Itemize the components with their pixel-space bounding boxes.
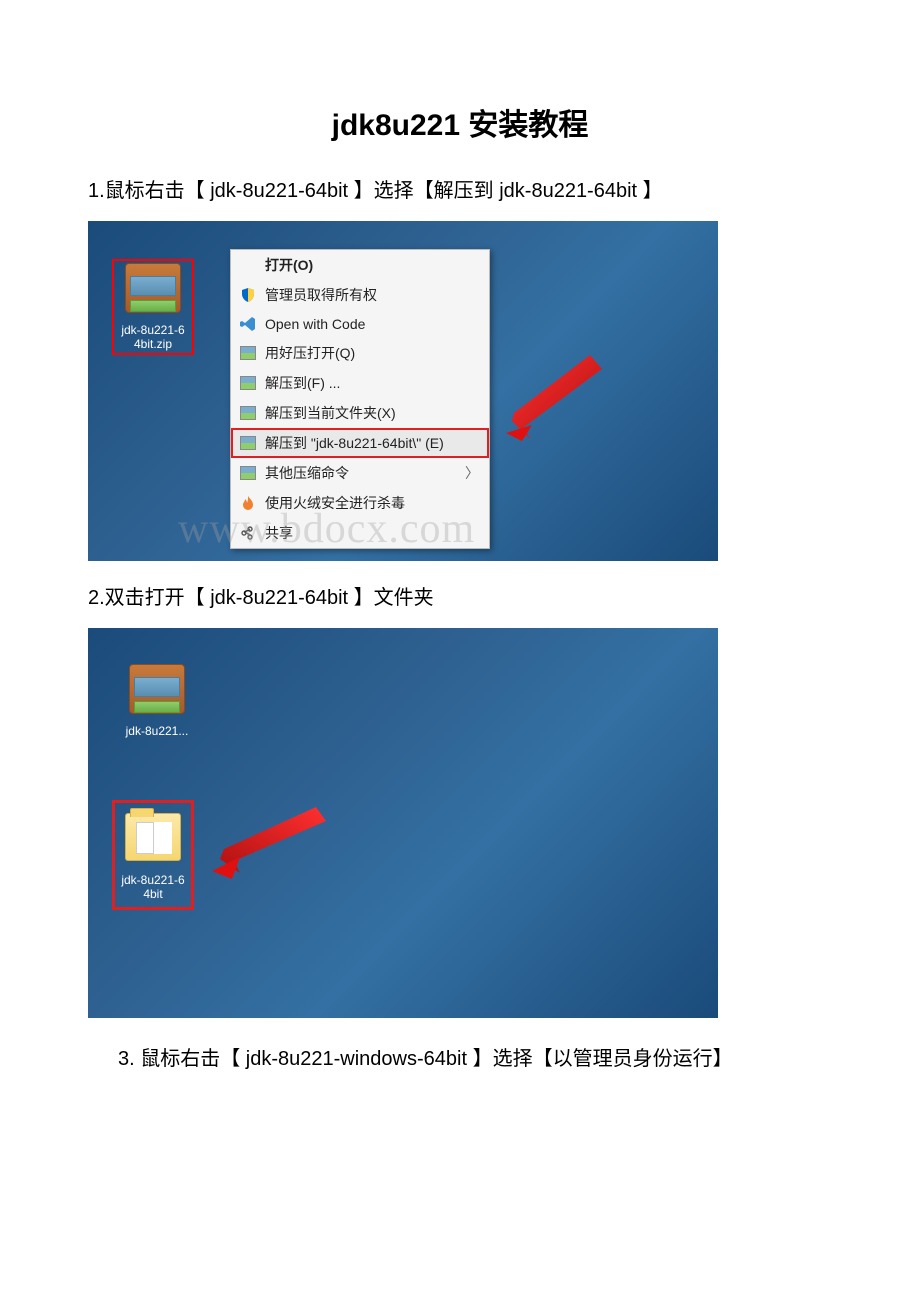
menu-other-compress-label: 其他压缩命令 <box>265 463 349 483</box>
screenshot-2: jdk-8u221... jdk-8u221-6 4bit <box>88 628 718 1018</box>
haozip-icon <box>239 374 257 392</box>
shield-icon <box>239 286 257 304</box>
menu-virus-scan-label: 使用火绒安全进行杀毒 <box>265 493 405 513</box>
desktop-folder-icon[interactable]: jdk-8u221-6 4bit <box>112 800 194 910</box>
menu-vscode[interactable]: Open with Code <box>231 310 489 338</box>
desktop-zip-icon-2[interactable]: jdk-8u221... <box>116 664 198 738</box>
menu-haozip-open[interactable]: 用好压打开(Q) <box>231 338 489 368</box>
menu-other-compress[interactable]: 其他压缩命令 〉 <box>231 458 489 488</box>
step-1-text: 1.鼠标右击【 jdk-8u221-64bit 】选择【解压到 jdk-8u22… <box>88 174 850 203</box>
page-title: jdk8u221 安装教程 <box>70 100 850 144</box>
menu-open[interactable]: 打开(O) <box>231 250 489 280</box>
step-3-text: 3. 鼠标右击【 jdk-8u221-windows-64bit 】选择【以管理… <box>70 1042 850 1071</box>
menu-vscode-label: Open with Code <box>265 316 365 332</box>
red-arrow-icon <box>506 341 616 451</box>
haozip-icon <box>239 344 257 362</box>
desktop-zip-icon[interactable]: jdk-8u221-6 4bit.zip <box>112 259 194 355</box>
folder-name-line2: 4bit <box>119 887 187 901</box>
menu-admin[interactable]: 管理员取得所有权 <box>231 280 489 310</box>
menu-extract-named-label: 解压到 "jdk-8u221-64bit\" (E) <box>265 433 444 453</box>
menu-admin-label: 管理员取得所有权 <box>265 285 377 305</box>
folder-icon <box>125 813 181 869</box>
step-2-text: 2.双击打开【 jdk-8u221-64bit 】文件夹 <box>88 581 850 610</box>
folder-name-line1: jdk-8u221-6 <box>119 873 187 887</box>
haozip-icon <box>239 434 257 452</box>
menu-extract-to[interactable]: 解压到(F) ... <box>231 368 489 398</box>
menu-extract-here-label: 解压到当前文件夹(X) <box>265 403 396 423</box>
screenshot-1: jdk-8u221-6 4bit.zip 打开(O) 管理员取得所有权 Open… <box>88 221 718 561</box>
submenu-arrow-icon: 〉 <box>465 463 479 483</box>
red-arrow-icon <box>210 803 340 883</box>
zip-filename: jdk-8u221... <box>116 724 198 738</box>
menu-extract-here[interactable]: 解压到当前文件夹(X) <box>231 398 489 428</box>
archive-icon <box>129 664 185 720</box>
menu-share-label: 共享 <box>265 523 293 543</box>
menu-open-label: 打开(O) <box>265 255 313 275</box>
share-icon <box>239 524 257 542</box>
haozip-icon <box>239 464 257 482</box>
zip-filename-line1: jdk-8u221-6 <box>116 323 190 337</box>
context-menu: 打开(O) 管理员取得所有权 Open with Code 用好压打开(Q) 解… <box>230 249 490 549</box>
menu-virus-scan[interactable]: 使用火绒安全进行杀毒 <box>231 488 489 518</box>
zip-filename-line2: 4bit.zip <box>116 337 190 351</box>
menu-share[interactable]: 共享 <box>231 518 489 548</box>
archive-icon <box>125 263 181 319</box>
menu-extract-named[interactable]: 解压到 "jdk-8u221-64bit\" (E) <box>231 428 489 458</box>
fire-icon <box>239 494 257 512</box>
vscode-icon <box>239 315 257 333</box>
menu-haozip-open-label: 用好压打开(Q) <box>265 343 355 363</box>
menu-extract-to-label: 解压到(F) ... <box>265 373 340 393</box>
blank-icon <box>239 256 257 274</box>
haozip-icon <box>239 404 257 422</box>
